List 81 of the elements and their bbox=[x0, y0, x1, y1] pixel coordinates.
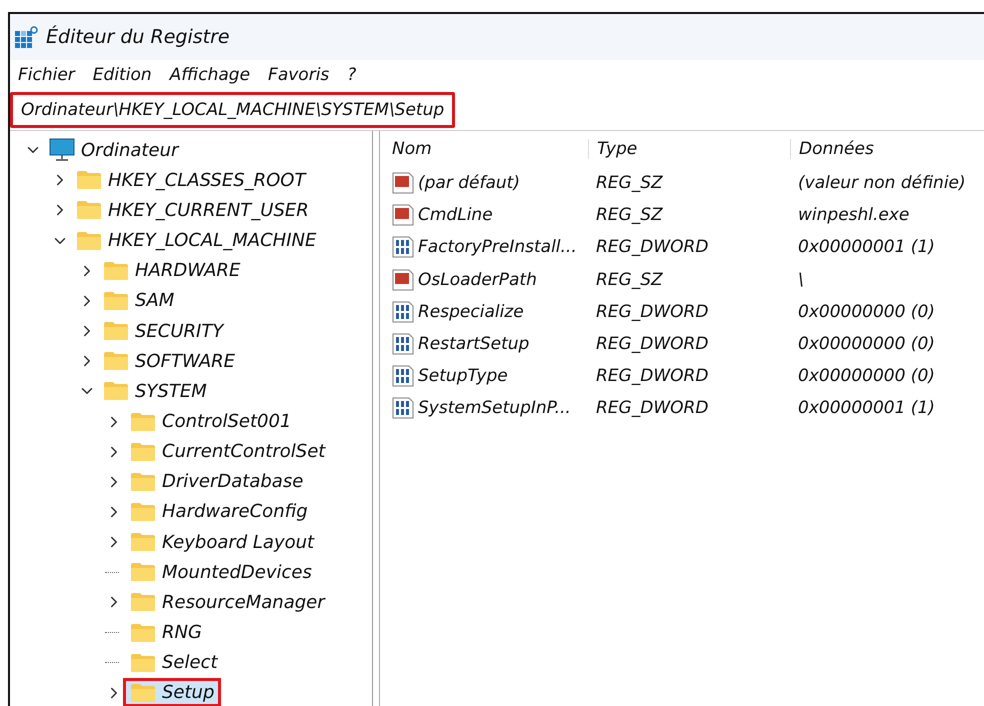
computer-icon bbox=[49, 138, 75, 162]
binary-value-icon bbox=[392, 300, 414, 323]
value-name[interactable]: OsLoaderPath bbox=[418, 270, 537, 290]
value-type: REG_DWORD bbox=[595, 237, 710, 258]
folder-icon bbox=[76, 200, 102, 220]
menu-item[interactable]: Edition bbox=[92, 65, 152, 85]
registry-icon bbox=[14, 26, 38, 48]
tree-item[interactable]: Setup bbox=[123, 678, 222, 706]
value-name[interactable]: RestartSetup bbox=[418, 334, 530, 354]
value-data: (valeur non définie) bbox=[797, 173, 967, 194]
value-name[interactable]: SetupType bbox=[418, 366, 508, 386]
tree-item[interactable]: ControlSet001 bbox=[123, 407, 298, 436]
folder-icon bbox=[130, 622, 156, 643]
menu-item[interactable]: ? bbox=[347, 65, 356, 85]
value-data: 0x00000001 (1) bbox=[797, 237, 936, 258]
value-type: REG_SZ bbox=[595, 205, 664, 226]
string-value-icon bbox=[392, 172, 414, 194]
value-data: 0x00000000 (0) bbox=[797, 366, 936, 386]
folder-icon bbox=[130, 442, 156, 462]
tree-item[interactable]: Ordinateur bbox=[42, 134, 186, 166]
value-type: REG_DWORD bbox=[595, 334, 710, 354]
value-name[interactable]: (par défaut) bbox=[418, 173, 520, 194]
tree-item[interactable]: DriverDatabase bbox=[123, 467, 310, 496]
folder-icon bbox=[130, 502, 156, 522]
folder-icon bbox=[103, 321, 129, 342]
tree-item[interactable]: Select bbox=[123, 648, 225, 678]
value-data: 0x00000001 (1) bbox=[797, 398, 936, 418]
binary-value-icon bbox=[392, 236, 414, 258]
value-data: 0x00000000 (0) bbox=[797, 334, 936, 354]
value-type: REG_SZ bbox=[595, 173, 664, 194]
tree-item[interactable]: RNG bbox=[123, 618, 209, 648]
tree-item[interactable]: SECURITY bbox=[96, 316, 230, 346]
binary-value-icon bbox=[392, 365, 414, 388]
folder-icon bbox=[130, 532, 156, 552]
tree-item[interactable]: HKEY_CURRENT_USER bbox=[69, 196, 316, 225]
value-name[interactable]: FactoryPreInstall... bbox=[418, 237, 577, 258]
menu-item[interactable]: Favoris bbox=[268, 65, 330, 85]
string-value-icon bbox=[392, 268, 414, 291]
tree-item[interactable]: HKEY_LOCAL_MACHINE bbox=[69, 226, 324, 256]
folder-icon bbox=[76, 170, 102, 190]
tree-item[interactable]: HardwareConfig bbox=[123, 497, 315, 526]
column-header[interactable]: Nom bbox=[384, 139, 588, 159]
value-name[interactable]: SystemSetupInP... bbox=[418, 398, 571, 418]
folder-icon bbox=[103, 351, 129, 372]
tree-item[interactable]: SOFTWARE bbox=[96, 346, 242, 376]
folder-icon bbox=[76, 230, 102, 251]
binary-value-icon bbox=[392, 333, 414, 356]
value-data: winpeshl.exe bbox=[797, 205, 910, 226]
menu-item[interactable]: Fichier bbox=[18, 65, 75, 85]
folder-icon bbox=[103, 290, 129, 311]
value-data: 0x00000000 (0) bbox=[797, 302, 936, 322]
value-type: REG_SZ bbox=[595, 270, 664, 290]
tree-item[interactable]: HARDWARE bbox=[96, 256, 248, 286]
tree-item[interactable]: CurrentControlSet bbox=[123, 437, 332, 466]
window-title: Éditeur du Registre bbox=[46, 26, 230, 48]
value-type: REG_DWORD bbox=[595, 302, 710, 322]
value-type: REG_DWORD bbox=[595, 398, 710, 418]
tree-item[interactable]: SYSTEM bbox=[96, 376, 214, 406]
column-header[interactable]: Données bbox=[790, 139, 984, 159]
folder-icon bbox=[130, 682, 156, 703]
tree-item[interactable]: ResourceManager bbox=[123, 588, 332, 617]
menu-item[interactable]: Affichage bbox=[170, 65, 250, 85]
binary-value-icon bbox=[392, 397, 414, 420]
address-bar[interactable]: Ordinateur\HKEY_LOCAL_MACHINE\SYSTEM\Setup bbox=[10, 92, 456, 128]
column-header[interactable]: Type bbox=[588, 139, 790, 159]
string-value-icon bbox=[392, 204, 414, 226]
value-data: \ bbox=[797, 270, 805, 290]
folder-icon bbox=[130, 562, 156, 582]
folder-icon bbox=[130, 412, 156, 432]
value-name[interactable]: Respecialize bbox=[418, 302, 524, 322]
tree-item[interactable]: HKEY_CLASSES_ROOT bbox=[69, 166, 312, 195]
folder-icon bbox=[103, 260, 129, 281]
value-type: REG_DWORD bbox=[595, 366, 710, 386]
tree-item[interactable]: SAM bbox=[96, 286, 182, 316]
tree-item[interactable]: Keyboard Layout bbox=[123, 528, 322, 557]
value-name[interactable]: CmdLine bbox=[418, 205, 493, 226]
folder-icon bbox=[130, 472, 156, 492]
folder-icon bbox=[130, 652, 156, 673]
folder-icon bbox=[130, 592, 156, 612]
folder-icon bbox=[103, 381, 129, 402]
tree-item[interactable]: MountedDevices bbox=[123, 558, 319, 587]
